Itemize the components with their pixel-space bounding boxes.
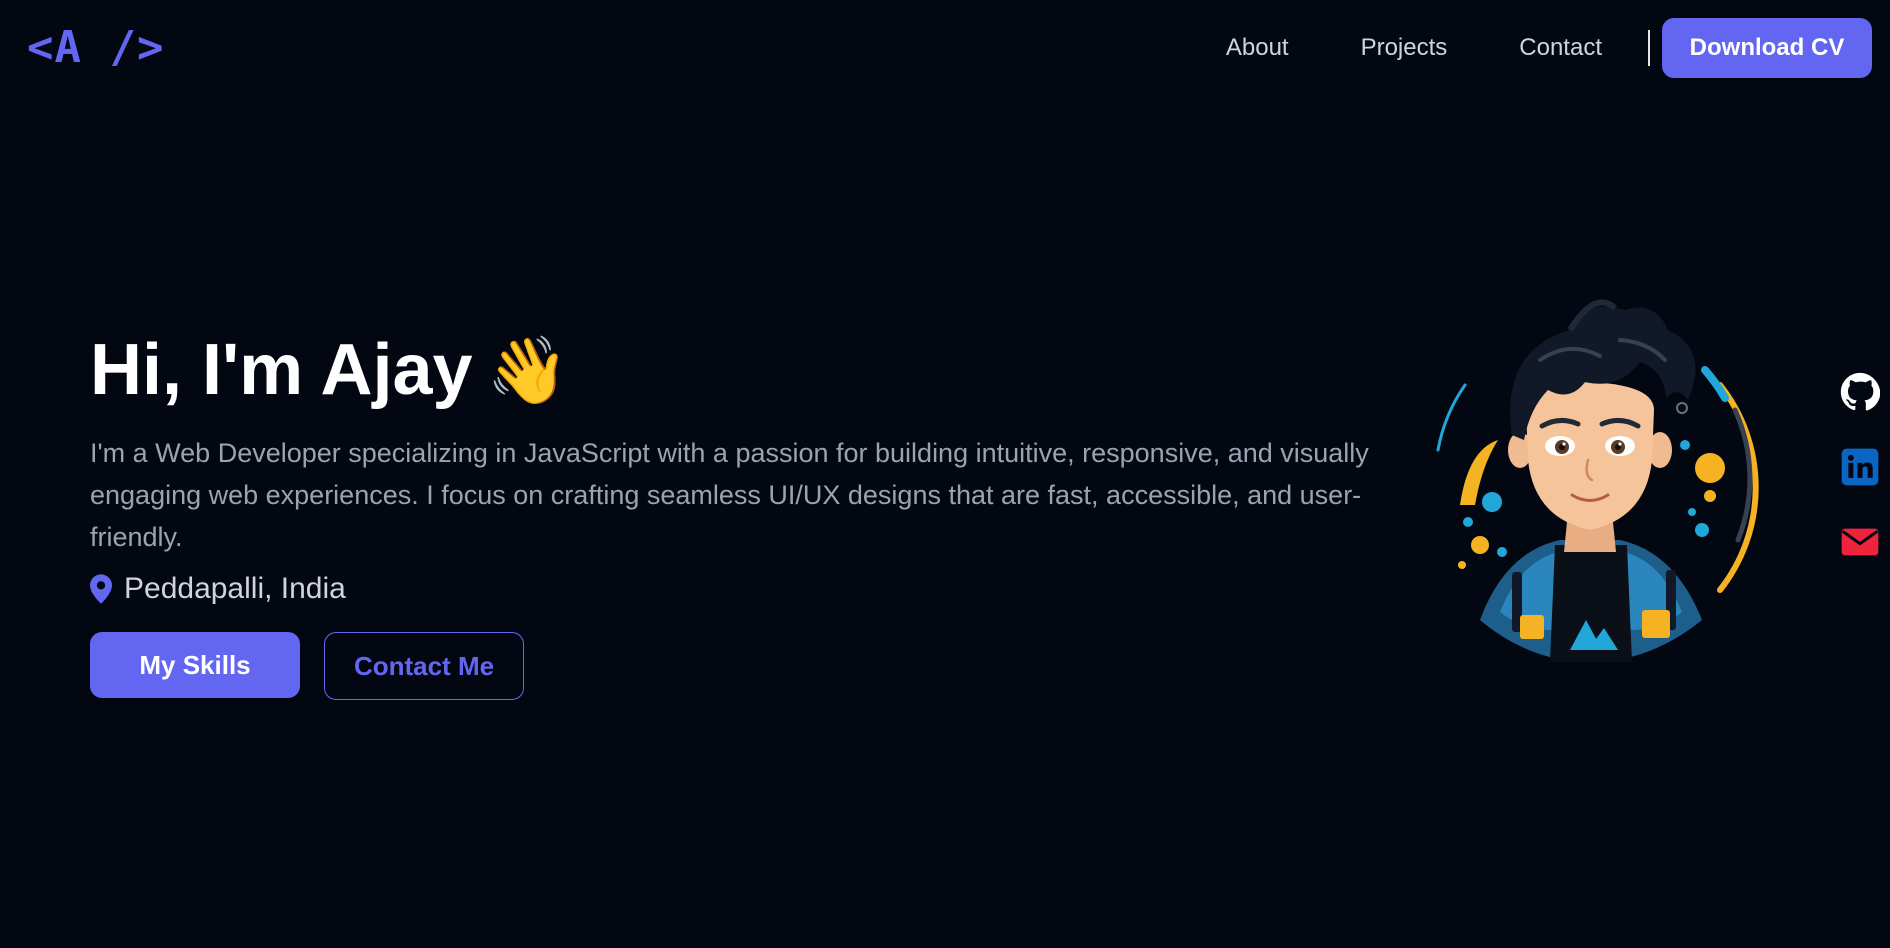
site-header: <A /> About Projects Contact Download CV bbox=[0, 0, 1890, 100]
site-logo[interactable]: <A /> bbox=[27, 22, 164, 73]
hero-greeting: Hi, I'm Ajay bbox=[90, 330, 473, 410]
nav-link-contact[interactable]: Contact bbox=[1519, 34, 1602, 62]
my-skills-button[interactable]: My Skills bbox=[90, 632, 300, 698]
linkedin-icon bbox=[1841, 448, 1879, 486]
nav-link-about[interactable]: About bbox=[1226, 34, 1289, 62]
email-link[interactable] bbox=[1840, 522, 1880, 562]
avatar-illustration bbox=[1425, 299, 1759, 662]
location: Peddapalli, India bbox=[90, 572, 1390, 606]
main-nav: About Projects Contact Download CV bbox=[1226, 18, 1872, 78]
github-link[interactable] bbox=[1840, 372, 1880, 412]
linkedin-link[interactable] bbox=[1840, 447, 1880, 487]
social-links bbox=[1830, 372, 1890, 597]
hero-description: I'm a Web Developer specializing in Java… bbox=[90, 438, 1369, 552]
hero-section: Hi, I'm Ajay 👋 I'm a Web Developer speci… bbox=[90, 320, 1390, 700]
hero-title: Hi, I'm Ajay 👋 bbox=[90, 320, 1390, 420]
contact-me-button[interactable]: Contact Me bbox=[324, 632, 524, 700]
mail-icon bbox=[1841, 528, 1879, 556]
download-cv-button[interactable]: Download CV bbox=[1662, 18, 1872, 78]
location-text: Peddapalli, India bbox=[124, 572, 346, 605]
location-pin-icon bbox=[90, 574, 112, 604]
hero-actions: My Skills Contact Me bbox=[90, 632, 1390, 700]
nav-link-projects[interactable]: Projects bbox=[1361, 34, 1448, 62]
portfolio-page: <A /> About Projects Contact Download CV… bbox=[0, 0, 1890, 948]
github-icon bbox=[1840, 372, 1880, 411]
nav-divider bbox=[1648, 30, 1650, 66]
waving-hand-icon: 👋 bbox=[486, 333, 569, 407]
